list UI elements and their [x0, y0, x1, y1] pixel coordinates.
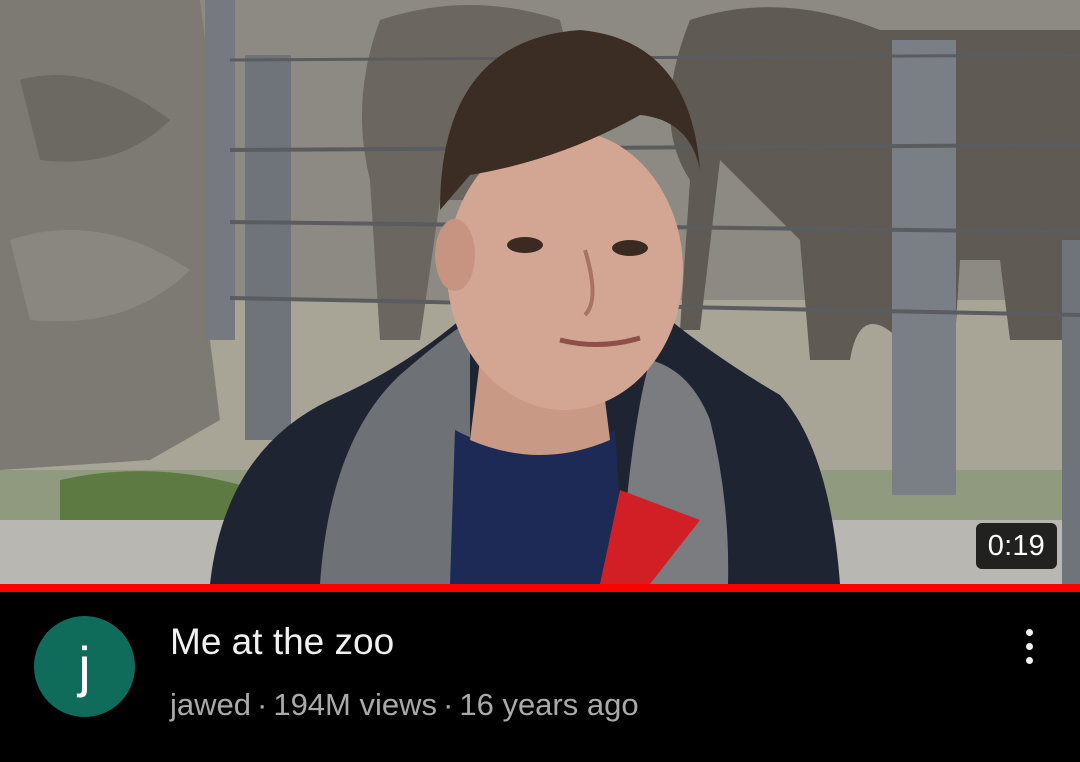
- video-info: j Me at the zoo jawed · 194M views · 16 year…: [0, 592, 1080, 762]
- dot: [1025, 642, 1033, 650]
- meta-separator: ·: [443, 687, 454, 722]
- video-card[interactable]: 0:19 j Me at the zoo jawed · 194M views · 16…: [0, 0, 1080, 762]
- upload-age: 16 years ago: [459, 687, 639, 722]
- channel-avatar[interactable]: j: [34, 616, 135, 717]
- thumbnail-image: [0, 0, 1080, 584]
- view-count: 194M views: [273, 687, 438, 722]
- meta-separator: ·: [257, 687, 268, 722]
- video-title[interactable]: Me at the zoo: [170, 620, 394, 664]
- dot: [1025, 656, 1033, 664]
- watch-progress-fill: [0, 584, 1080, 592]
- more-vert-icon[interactable]: [1006, 620, 1052, 672]
- duration-badge: 0:19: [975, 523, 1057, 569]
- channel-name[interactable]: jawed: [170, 687, 251, 722]
- watch-progress-bar: [0, 584, 1080, 592]
- video-thumbnail[interactable]: 0:19: [0, 0, 1080, 584]
- dot: [1025, 628, 1033, 636]
- video-metadata: jawed · 194M views · 16 years ago: [170, 685, 639, 725]
